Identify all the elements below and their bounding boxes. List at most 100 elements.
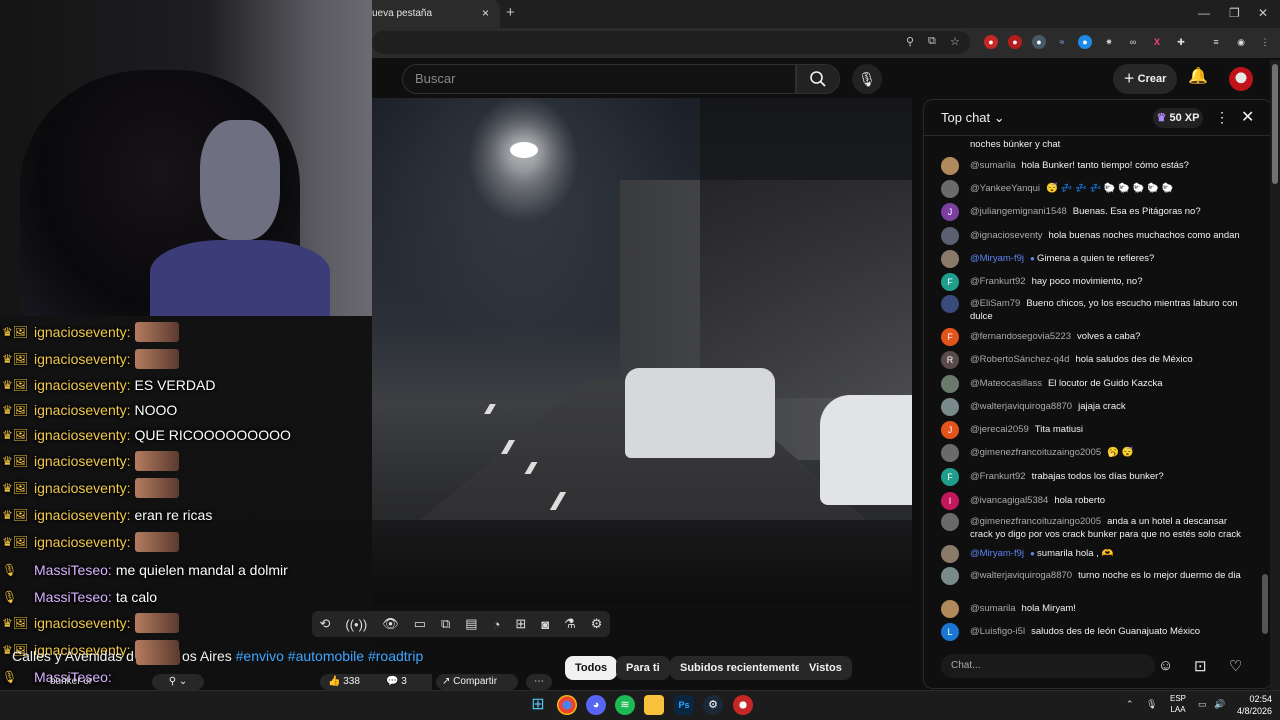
extension-icon[interactable]: ≈ [1055, 35, 1069, 49]
speed-icon[interactable]: ◔ [493, 617, 501, 632]
chat-author-avatar[interactable] [941, 180, 959, 198]
chat-author-avatar[interactable] [941, 295, 959, 313]
chat-author-name[interactable]: @Luisfigo-i5l [970, 626, 1025, 637]
discord-icon[interactable]: ◕ [586, 695, 606, 715]
language-indicator[interactable]: ESP LAA [1166, 693, 1190, 715]
search-button[interactable] [796, 64, 840, 94]
cinema-icon[interactable]: ▭ [414, 616, 426, 632]
windows-start-icon[interactable]: ⊞ [528, 695, 548, 715]
browser-menu-icon[interactable]: ⋮ [1258, 35, 1272, 49]
chat-author-avatar[interactable] [941, 375, 959, 393]
chat-author-name[interactable]: @Miryam-f9j [970, 253, 1024, 264]
extension-icon[interactable]: ∞ [1126, 35, 1140, 49]
share-button[interactable]: ↗ Compartir [436, 674, 518, 690]
chat-author-avatar[interactable]: F [941, 468, 959, 486]
chrome-icon[interactable] [557, 695, 577, 715]
extension-icon[interactable]: X [1150, 35, 1164, 49]
chat-author-name[interactable]: @sumarila [970, 160, 1016, 171]
hashtag-link[interactable]: #automobile [288, 648, 364, 664]
taskbar-clock[interactable]: 02:54 4/8/2026 [1232, 693, 1272, 717]
heart-icon[interactable]: ♡ [1229, 657, 1242, 675]
chat-author-avatar[interactable] [941, 398, 959, 416]
chat-author-avatar[interactable]: F [941, 273, 959, 291]
chat-author-name[interactable]: @jerecai2059 [970, 424, 1029, 435]
extension-icon[interactable]: ● [1032, 35, 1046, 49]
filter-chip[interactable]: Vistos [799, 656, 852, 680]
chat-author-name[interactable]: @RobertoSánchez-q4d [970, 354, 1069, 365]
channel-name[interactable]: bunker or [50, 676, 92, 687]
screenshot-icon[interactable]: ◙ [541, 617, 549, 632]
super-chat-icon[interactable]: ⊡ [1194, 657, 1207, 675]
search-input[interactable]: Buscar [402, 64, 796, 94]
extensions-puzzle-icon[interactable]: ✚ [1174, 35, 1188, 49]
spotify-icon[interactable]: ≋ [615, 695, 635, 715]
notifications-bell-icon[interactable]: 🔔 [1188, 66, 1208, 86]
chat-author-name[interactable]: @ignacioseventy [970, 230, 1043, 241]
chat-author-avatar[interactable]: F [941, 328, 959, 346]
chat-author-avatar[interactable]: I [941, 492, 959, 510]
maximize-icon[interactable]: ❐ [1229, 6, 1240, 20]
chat-author-name[interactable]: @EliSam79 [970, 298, 1020, 309]
chat-author-name[interactable]: @Mateocasillass [970, 378, 1042, 389]
chat-author-avatar[interactable]: L [941, 623, 959, 641]
theater-icon[interactable]: ▤ [465, 616, 477, 632]
filter-chip[interactable]: Todos [565, 656, 618, 680]
extension-icon[interactable]: ✷ [1102, 35, 1116, 49]
chat-author-name[interactable]: @juliangemignani1548 [970, 206, 1067, 217]
extension-icon[interactable]: ● [984, 35, 998, 49]
extension-icon[interactable]: ● [1078, 35, 1092, 49]
install-app-icon[interactable]: ⧉ [928, 35, 936, 48]
file-explorer-icon[interactable] [644, 695, 664, 715]
chat-author-avatar[interactable] [941, 513, 959, 531]
chrome-profile-icon[interactable] [733, 695, 753, 715]
extension-icon[interactable]: ● [1008, 35, 1022, 49]
create-button[interactable]: ＋ Crear [1113, 64, 1177, 94]
profile-icon[interactable]: ◉ [1234, 35, 1248, 49]
chat-author-name[interactable]: @gimenezfrancoituzaingo2005 [970, 447, 1101, 458]
voice-search-button[interactable]: 🎙 [852, 64, 882, 94]
account-avatar[interactable] [1229, 67, 1253, 91]
tab-close-icon[interactable]: × [482, 6, 489, 20]
chat-scroll-thumb[interactable] [1262, 574, 1268, 634]
audio-icon[interactable]: ((•)) [345, 617, 367, 632]
chat-author-name[interactable]: @YankeeYanqui [970, 183, 1040, 194]
page-scrollbar[interactable] [1270, 60, 1280, 690]
network-icon[interactable]: ▭ [1198, 699, 1207, 710]
chat-author-avatar[interactable]: J [941, 203, 959, 221]
page-scroll-thumb[interactable] [1272, 64, 1278, 184]
loop-icon[interactable]: ⟲ [319, 616, 330, 632]
chat-author-avatar[interactable] [941, 157, 959, 175]
chat-author-name[interactable]: @gimenezfrancoituzaingo2005 [970, 516, 1101, 527]
chat-author-name[interactable]: @fernandosegovia5223 [970, 331, 1071, 342]
bookmark-star-icon[interactable]: ☆ [950, 35, 960, 48]
xp-badge[interactable]: ♛ 50 XP [1153, 108, 1203, 128]
browser-tab-active[interactable]: ueva pestaña [364, 0, 500, 28]
media-control-icon[interactable]: ≡ [1209, 35, 1223, 49]
chat-author-avatar[interactable] [941, 545, 959, 563]
minimize-icon[interactable]: — [1198, 6, 1210, 20]
emoji-icon[interactable]: ☺ [1158, 657, 1173, 674]
comments-button[interactable]: 💬 3 [380, 674, 432, 690]
chat-author-avatar[interactable]: R [941, 351, 959, 369]
chat-author-avatar[interactable]: J [941, 421, 959, 439]
chat-author-name[interactable]: @ivancagigal5384 [970, 495, 1048, 506]
top-chat-dropdown[interactable]: Top chat ⌄ [941, 110, 1005, 126]
chat-author-name[interactable]: @Frankurt92 [970, 276, 1026, 287]
chat-author-avatar[interactable] [941, 444, 959, 462]
lab-icon[interactable]: ⚗ [564, 616, 576, 632]
close-icon[interactable]: ✕ [1241, 107, 1254, 127]
zoom-icon[interactable]: ⚲ [906, 35, 914, 48]
subscribe-menu-button[interactable]: ⚲ ⌄ [152, 674, 204, 690]
filter-chip[interactable]: Para ti [616, 656, 670, 680]
volume-icon[interactable]: 🔊 [1214, 699, 1225, 710]
miniplayer-icon[interactable]: ⧉ [441, 616, 450, 632]
add-icon[interactable]: ⊞ [515, 616, 526, 632]
chat-input[interactable]: Chat... [941, 654, 1155, 678]
chat-author-avatar[interactable] [941, 600, 959, 618]
settings-gear-icon[interactable]: ⚙ [591, 616, 603, 632]
chat-author-avatar[interactable] [941, 227, 959, 245]
new-tab-icon[interactable]: + [506, 4, 515, 21]
view-icon[interactable]: 👁 [382, 616, 399, 632]
chat-author-name[interactable]: @Miryam-f9j [970, 548, 1024, 559]
filter-chip[interactable]: Subidos recientemente [670, 656, 812, 680]
